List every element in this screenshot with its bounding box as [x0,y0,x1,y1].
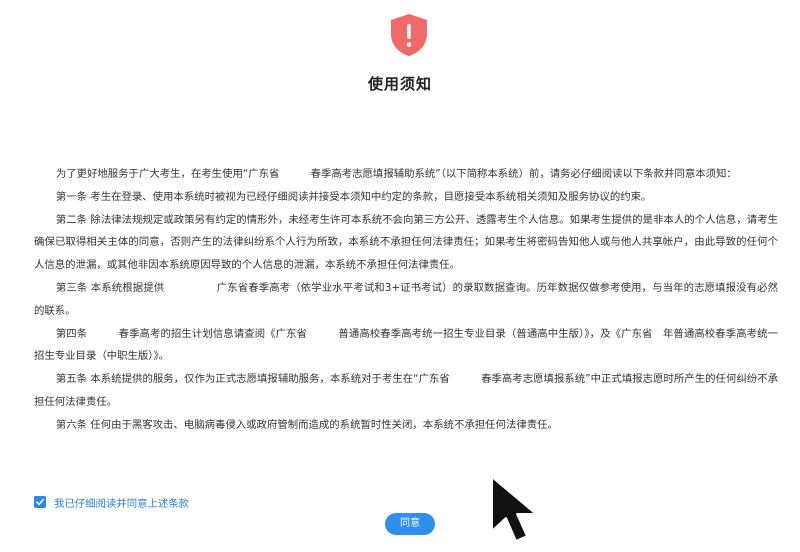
notice-article-4: 第四条 春季高考的招生计划信息请查阅《广东省 普通高校春季高考统一招生专业目录（… [34,327,778,363]
notice-article-6: 第六条 任何由于黑客攻击、电脑病毒侵入或政府管制而造成的系统暂时性关闭，本系统不… [55,418,558,431]
notice-article-3: 第三条 本系统根据提供 广东省春季高考（依学业水平考试和3+证书考试）的录取数据… [34,281,778,317]
agree-label[interactable]: 我已仔细阅读并同意上述条款 [54,495,189,510]
notice-intro: 为了更好地服务于广大考生，在考生使用“广东省 春季高考志愿填报辅助系统”（以下简… [55,168,737,180]
agree-button[interactable]: 同意 [385,513,435,535]
mouse-pointer-icon [484,473,556,545]
terms-notice-page: 使用须知 为了更好地服务于广大考生，在考生使用“广东省 春季高考志愿填报辅助系统… [0,0,800,552]
agree-checkbox[interactable] [34,496,46,508]
check-icon [36,498,45,506]
notice-article-2: 第二条 除法律法规规定或政策另有约定的情形外，未经考生许可本系统不会向第三方公开… [34,213,778,272]
agree-checkbox-row[interactable]: 我已仔细阅读并同意上述条款 [34,494,189,510]
notice-body: 为了更好地服务于广大考生，在考生使用“广东省 春季高考志愿填报辅助系统”（以下简… [34,163,778,437]
notice-article-1: 第一条 考生在登录、使用本系统时被视为已经仔细阅读并接受本须知中约定的条款，目愿… [55,190,652,203]
shield-alert-icon [387,12,431,58]
page-title: 使用须知 [367,75,432,93]
notice-article-5: 第五条 本系统提供的服务，仅作为正式志愿填报辅助服务，本系统对于考生在“广东省 … [34,373,778,408]
